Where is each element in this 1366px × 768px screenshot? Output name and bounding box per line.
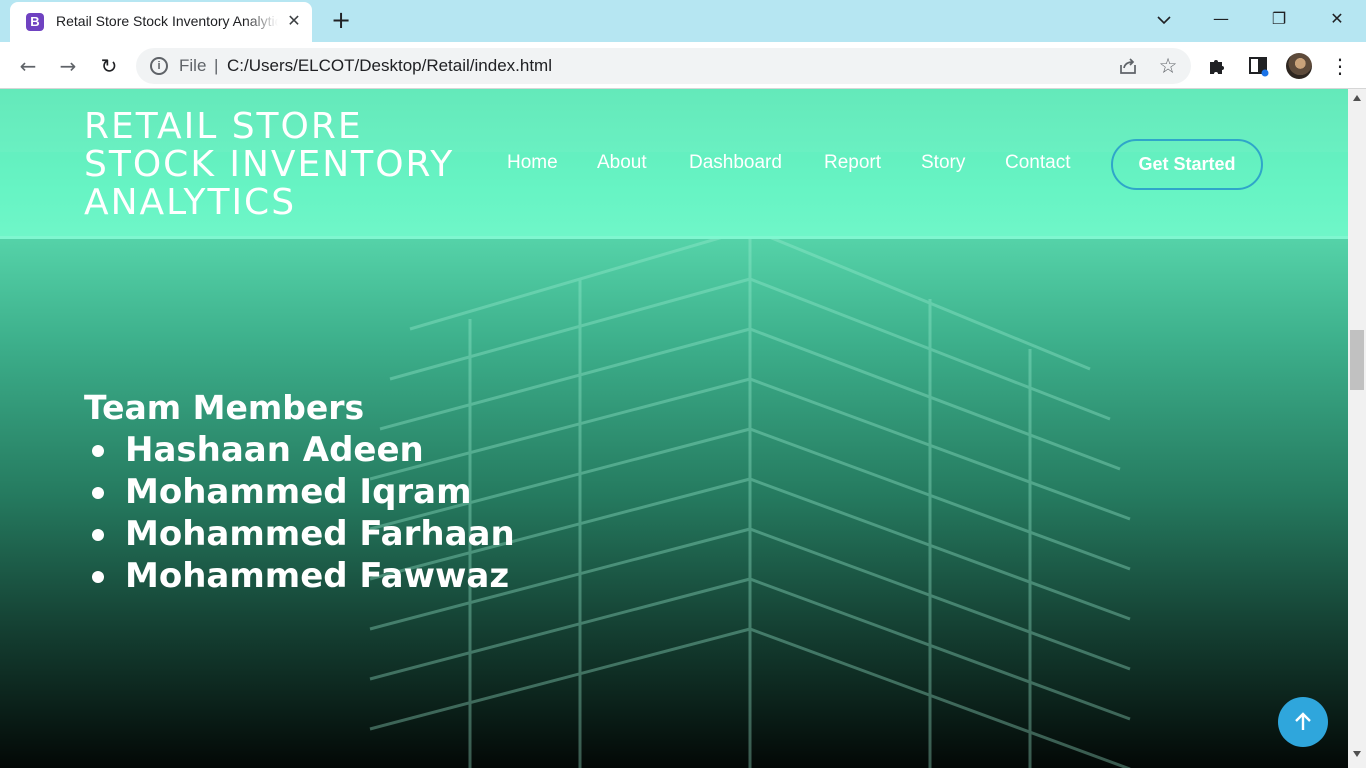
nav-link-home[interactable]: Home	[507, 152, 558, 174]
vertical-scrollbar[interactable]	[1348, 89, 1366, 768]
site-logo-text[interactable]: RETAIL STORE STOCK INVENTORY ANALYTICS	[84, 108, 484, 222]
get-started-button[interactable]: Get Started	[1111, 139, 1263, 190]
bookmark-star-icon[interactable]: ☆	[1156, 54, 1180, 78]
window-minimize-button[interactable]: —	[1198, 4, 1244, 34]
tab-search-chevron-icon[interactable]	[1152, 8, 1176, 32]
site-header: RETAIL STORE STOCK INVENTORY ANALYTICS H…	[0, 89, 1348, 239]
new-tab-button[interactable]: +	[328, 8, 354, 34]
back-button[interactable]: ←	[14, 52, 42, 80]
team-member-item: Mohammed Farhaan	[84, 513, 515, 555]
scrollbar-thumb[interactable]	[1350, 330, 1364, 390]
scroll-up-arrow-icon[interactable]	[1352, 93, 1362, 103]
url-text[interactable]: C:/Users/ELCOT/Desktop/Retail/index.html	[227, 56, 552, 76]
window-restore-button[interactable]: ❐	[1256, 4, 1302, 34]
browser-menu-icon[interactable]: ⋮	[1328, 54, 1352, 78]
browser-tab-active[interactable]: B Retail Store Stock Inventory Analytics…	[10, 2, 312, 42]
team-list: Hashaan Adeen Mohammed Iqram Mohammed Fa…	[84, 429, 515, 597]
nav-link-report[interactable]: Report	[824, 152, 881, 174]
forward-button[interactable]: →	[54, 52, 82, 80]
nav-link-story[interactable]: Story	[921, 152, 965, 174]
team-members-section: Team Members Hashaan Adeen Mohammed Iqra…	[84, 387, 515, 597]
reload-button[interactable]: ↻	[95, 52, 123, 80]
team-member-item: Mohammed Fawwaz	[84, 555, 515, 597]
tab-title: Retail Store Stock Inventory Analytics	[56, 13, 278, 29]
brand-line-2: STOCK INVENTORY	[84, 144, 455, 185]
browser-toolbar: ← → ↻ i File | C:/Users/ELCOT/Desktop/Re…	[0, 42, 1366, 89]
file-scheme-label: File	[179, 56, 207, 75]
info-icon[interactable]: i	[150, 57, 168, 75]
arrow-up-icon	[1295, 712, 1311, 730]
brand-line-3: ANALYTICS	[84, 182, 297, 223]
address-bar[interactable]: i File | C:/Users/ELCOT/Desktop/Retail/i…	[136, 48, 1191, 84]
scroll-down-arrow-icon[interactable]	[1352, 749, 1362, 759]
tab-close-icon[interactable]: ✕	[284, 11, 304, 31]
nav-link-contact[interactable]: Contact	[1005, 152, 1070, 174]
page-viewport: RETAIL STORE STOCK INVENTORY ANALYTICS H…	[0, 89, 1348, 768]
window-close-button[interactable]: ✕	[1314, 4, 1360, 34]
scheme-separator: |	[214, 56, 219, 75]
browser-tab-strip: B Retail Store Stock Inventory Analytics…	[0, 0, 1366, 42]
share-icon[interactable]	[1116, 54, 1140, 78]
brand-line-1: RETAIL STORE	[84, 106, 363, 147]
team-member-item: Hashaan Adeen	[84, 429, 515, 471]
side-panel-icon[interactable]	[1247, 54, 1271, 78]
nav-link-about[interactable]: About	[597, 152, 647, 174]
back-to-top-button[interactable]	[1278, 697, 1328, 747]
bootstrap-favicon-icon: B	[26, 13, 44, 31]
team-heading: Team Members	[84, 388, 365, 427]
extensions-puzzle-icon[interactable]	[1206, 54, 1230, 78]
team-member-item: Mohammed Iqram	[84, 471, 515, 513]
nav-link-dashboard[interactable]: Dashboard	[689, 152, 782, 174]
profile-avatar[interactable]	[1286, 53, 1312, 79]
